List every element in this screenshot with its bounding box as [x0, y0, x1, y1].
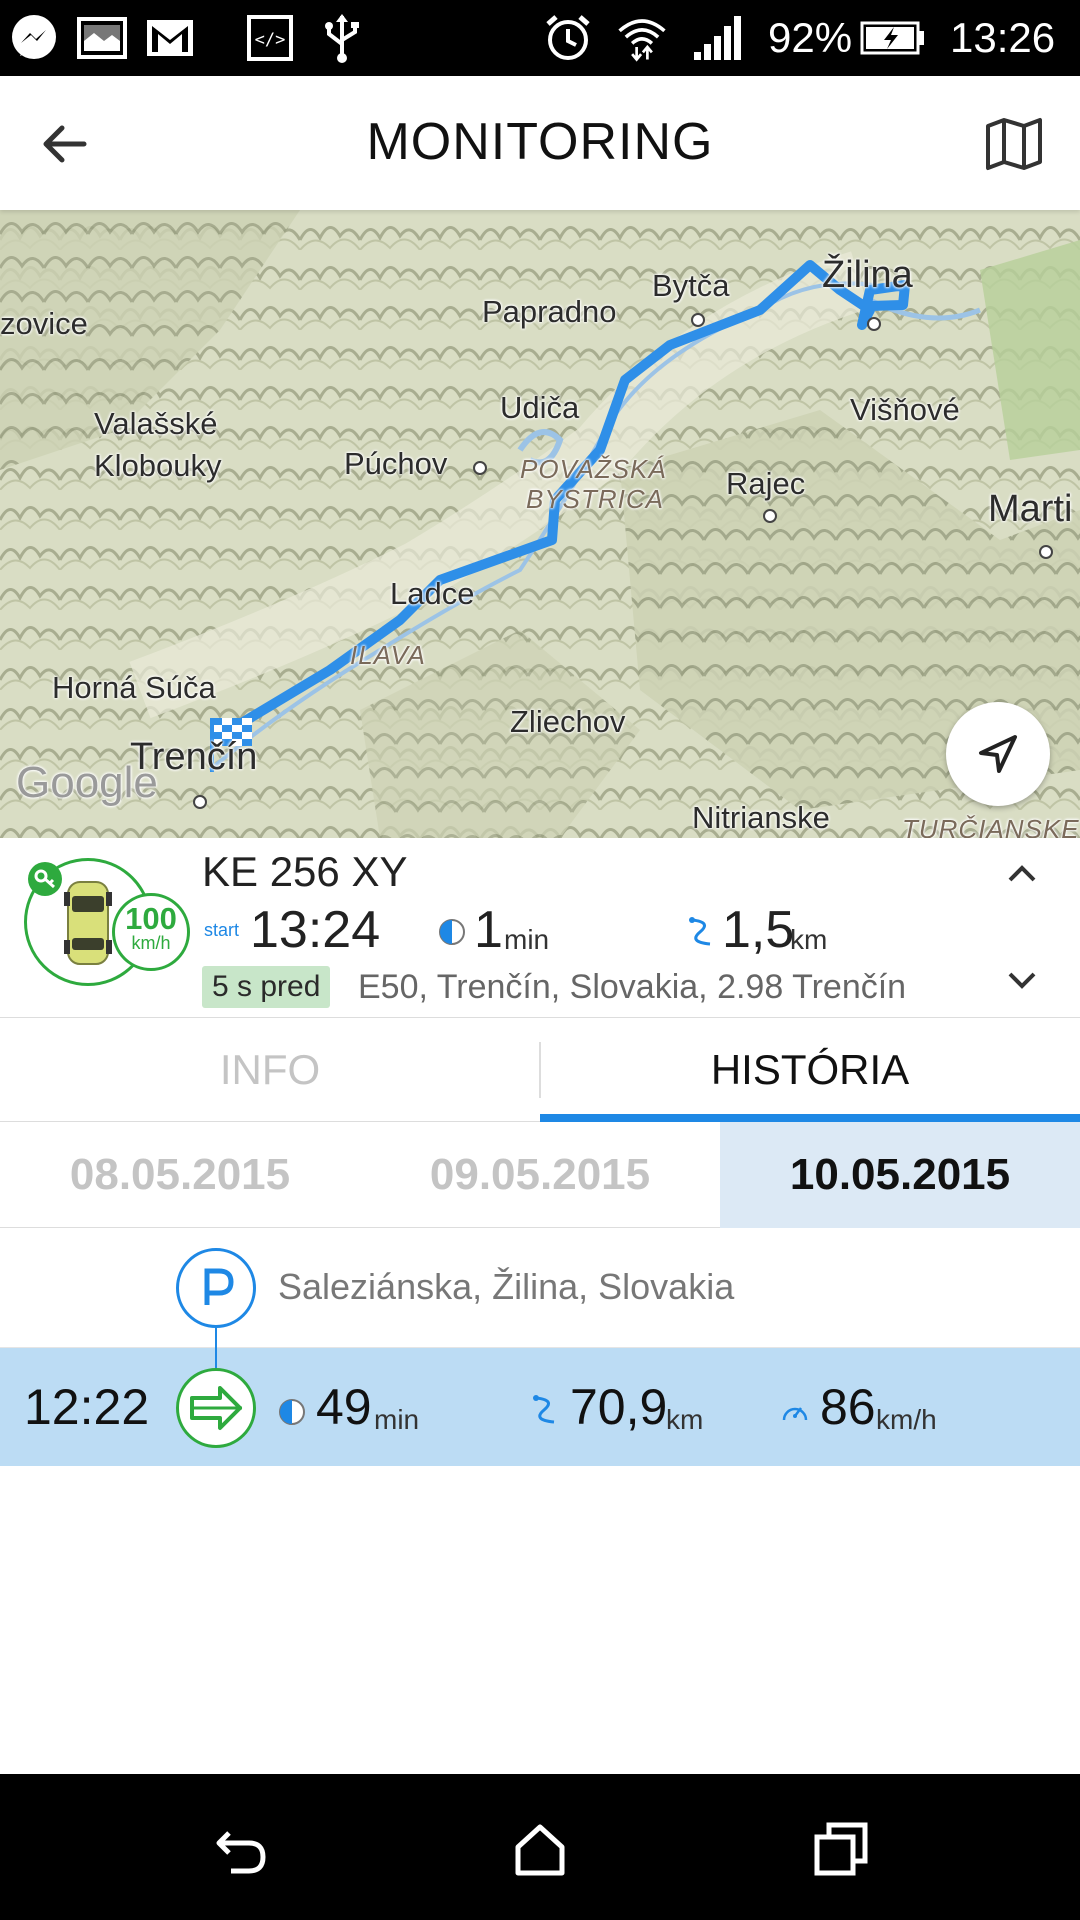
battery-percent: 92% [768, 14, 853, 61]
map-label: TURČIANSKE [902, 814, 1080, 838]
map-label: Zliechov [510, 704, 626, 739]
map-label: Nitrianske [692, 800, 830, 835]
trip-duration-value: 49 [316, 1379, 372, 1435]
last-update-badge: 5 s pred [202, 966, 331, 1008]
home-icon [515, 1824, 565, 1876]
gallery-icon [76, 12, 128, 64]
duration-value: 1 [474, 901, 503, 959]
code-icon: </> [244, 12, 296, 64]
usb-icon [316, 12, 368, 64]
map-label: Žilina [822, 254, 913, 296]
map-label: Marti [988, 488, 1073, 530]
trip-duration-unit: min [374, 1404, 420, 1435]
map-label: Horná Súča [52, 670, 216, 705]
date-option[interactable]: 09.05.2015 [360, 1122, 720, 1228]
map-icon [986, 118, 1042, 170]
duration-icon [279, 1399, 305, 1425]
trip-start-time: 12:22 [24, 1379, 150, 1435]
trip-distance-value: 70,9 [570, 1379, 668, 1435]
duration-icon [439, 919, 465, 945]
tab-info[interactable]: INFO [0, 1018, 540, 1122]
distance-unit: km [790, 924, 828, 955]
nav-recents-button[interactable] [806, 1814, 876, 1884]
trip-distance-unit: km [666, 1404, 704, 1435]
date-selector: 08.05.2015 09.05.2015 10.05.2015 [0, 1122, 1080, 1228]
google-logo: Google [16, 758, 158, 807]
nav-home-button[interactable] [505, 1814, 575, 1884]
system-nav-bar [0, 1774, 1080, 1920]
battery-charging-icon [860, 12, 926, 64]
timeline-connector [215, 1328, 217, 1348]
map-view-button[interactable] [982, 112, 1046, 176]
tab-bar: INFO HISTÓRIA [0, 1018, 1080, 1122]
signal-icon [692, 12, 744, 64]
active-tab-indicator [540, 1114, 1080, 1122]
start-time: 13:24 [250, 901, 381, 959]
trip-speed-value: 86 [820, 1379, 876, 1435]
map-label: Višňové [850, 392, 960, 427]
history-parking-row[interactable]: Saleziánska, Žilina, Slovakia [0, 1228, 1080, 1348]
gmail-icon [144, 12, 196, 64]
current-speed-badge: 100 km/h [112, 893, 190, 971]
parking-icon [176, 1248, 256, 1328]
map-label: Rajec [726, 466, 806, 501]
back-icon [216, 1831, 266, 1874]
trip-icon [176, 1368, 256, 1448]
speed-value: 100 [125, 901, 177, 936]
app-bar: MONITORING [0, 76, 1080, 210]
map-label: POVAŽSKÁ [520, 454, 667, 484]
map-label: Bytča [652, 268, 730, 303]
my-location-button[interactable] [946, 702, 1050, 806]
chevron-down-icon[interactable] [1004, 962, 1040, 998]
map-label: zovice [0, 306, 88, 341]
map-label: Ladce [390, 576, 475, 611]
chevron-up-icon[interactable] [1004, 856, 1040, 892]
date-option[interactable]: 08.05.2015 [0, 1122, 360, 1228]
map-label: Klobouky [94, 448, 222, 483]
recents-icon [814, 1822, 868, 1876]
tab-history[interactable]: HISTÓRIA [540, 1018, 1080, 1122]
trip-speed-unit: km/h [876, 1404, 937, 1435]
duration-unit: min [504, 924, 550, 955]
vehicle-address: E50, Trenčín, Slovakia, 2.98 Trenčín [358, 968, 907, 1006]
map-label: Valašské [94, 406, 218, 441]
map-label: ILAVA [350, 640, 426, 670]
vehicle-plate: KE 256 XY [202, 848, 408, 895]
map-label: Udiča [500, 390, 580, 425]
date-option-selected[interactable]: 10.05.2015 [720, 1122, 1080, 1228]
map-label: BYSTRICA [526, 484, 665, 514]
status-bar: </> 92% 13:26 [0, 0, 1080, 76]
parking-address: Saleziánska, Žilina, Slovakia [278, 1266, 735, 1307]
messenger-icon [8, 12, 60, 64]
distance-icon [533, 1395, 555, 1424]
status-time: 13:26 [950, 14, 1056, 61]
speed-unit: km/h [131, 933, 171, 953]
distance-icon [689, 917, 711, 946]
alarm-icon [542, 12, 594, 64]
nav-back-button[interactable] [206, 1814, 276, 1884]
history-trip-row[interactable]: 12:22 49 min 70,9 km 86 km/h [0, 1348, 1080, 1466]
distance-value: 1,5 [722, 901, 795, 959]
route-map[interactable]: zovice Bytča Žilina Papradno Valašské Kl… [0, 210, 1080, 838]
wifi-icon [616, 12, 668, 64]
page-title: MONITORING [366, 113, 714, 171]
navigation-arrow-icon [979, 735, 1017, 773]
svg-text:</>: </> [255, 30, 286, 50]
map-label: Púchov [344, 446, 448, 481]
key-icon [28, 862, 62, 896]
map-label: Papradno [482, 294, 617, 329]
vehicle-card[interactable]: 100 km/h KE 256 XY start 13:24 1 min 1,5… [0, 838, 1080, 1018]
start-label: start [204, 920, 240, 940]
speedometer-icon [782, 1407, 808, 1421]
